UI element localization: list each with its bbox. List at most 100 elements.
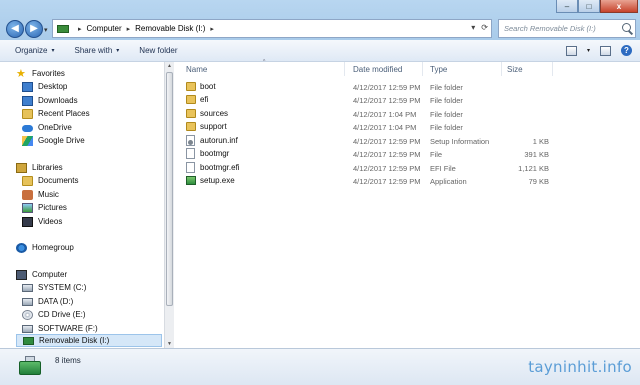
- scroll-up-icon[interactable]: ▲: [166, 63, 173, 69]
- nav-label: Homegroup: [32, 243, 74, 252]
- nav-onedrive[interactable]: OneDrive: [22, 121, 72, 134]
- close-button[interactable]: x: [600, 0, 638, 13]
- file-size: 1,121 KB: [518, 164, 549, 173]
- share-with-label: Share with: [74, 46, 113, 55]
- refresh-icon[interactable]: ⟳: [481, 23, 488, 32]
- folder-icon: [186, 95, 196, 104]
- nav-music[interactable]: Music: [22, 188, 59, 201]
- scrollbar-thumb[interactable]: [166, 72, 173, 306]
- music-icon: [22, 189, 33, 200]
- sort-indicator-icon: ^: [263, 59, 266, 65]
- breadcrumb-computer[interactable]: Computer: [87, 24, 122, 33]
- nav-removable-disk-i[interactable]: Removable Disk (I:): [16, 334, 162, 347]
- file-row[interactable]: bootmgr.efi 4/12/2017 12:59 PM EFI File …: [175, 162, 575, 175]
- window-controls: – □ x: [556, 0, 638, 14]
- nav-system-c[interactable]: SYSTEM (C:): [22, 281, 86, 294]
- desktop-icon: [22, 81, 33, 92]
- star-icon: ★: [16, 67, 26, 80]
- column-header-size[interactable]: Size: [503, 62, 553, 76]
- nav-label: Recent Places: [38, 109, 90, 118]
- column-label: Type: [430, 64, 448, 74]
- application-icon: [186, 176, 196, 185]
- file-type: File folder: [430, 83, 463, 92]
- nav-data-d[interactable]: DATA (D:): [22, 295, 73, 308]
- breadcrumb-separator[interactable]: ▸: [127, 25, 131, 33]
- libraries-icon: [16, 162, 27, 173]
- nav-label: Documents: [38, 176, 79, 185]
- nav-downloads[interactable]: Downloads: [22, 94, 78, 107]
- file-name: boot: [200, 82, 216, 91]
- help-icon[interactable]: ?: [621, 45, 632, 56]
- breadcrumb-separator[interactable]: ▸: [210, 25, 214, 33]
- videos-icon: [22, 216, 33, 227]
- file-icon: [186, 148, 195, 159]
- preview-pane-icon[interactable]: [600, 45, 611, 56]
- file-row[interactable]: setup.exe 4/12/2017 12:59 PM Application…: [175, 175, 575, 188]
- scroll-down-icon[interactable]: ▼: [166, 341, 173, 347]
- new-folder-label: New folder: [139, 46, 178, 55]
- column-header-type[interactable]: Type: [424, 62, 502, 76]
- file-name: support: [200, 122, 227, 131]
- file-size: 391 KB: [524, 150, 549, 159]
- file-name: autorun.inf: [200, 136, 238, 145]
- share-with-button[interactable]: Share with ▾: [74, 46, 119, 55]
- downloads-icon: [22, 95, 33, 106]
- homegroup-icon: [16, 242, 27, 253]
- search-box[interactable]: Search Removable Disk (I:): [498, 19, 636, 38]
- file-row[interactable]: sources 4/12/2017 1:04 PM File folder: [175, 108, 575, 121]
- file-icon: [186, 162, 195, 173]
- column-header-date[interactable]: Date modified: [347, 62, 423, 76]
- nav-desktop[interactable]: Desktop: [22, 80, 67, 93]
- nav-label: Pictures: [38, 203, 67, 212]
- nav-label: Music: [38, 190, 59, 199]
- organize-button[interactable]: Organize ▾: [15, 46, 54, 55]
- file-row[interactable]: boot 4/12/2017 12:59 PM File folder: [175, 81, 575, 94]
- file-date: 4/12/2017 12:59 PM: [353, 164, 421, 173]
- address-history-chevron-icon[interactable]: ▾: [471, 23, 475, 32]
- usb-drive-icon: [17, 356, 43, 378]
- recent-places-icon: [22, 108, 33, 119]
- nav-google-drive[interactable]: Google Drive: [22, 134, 85, 147]
- hard-drive-icon: [22, 298, 33, 306]
- recent-pages-chevron-icon[interactable]: ▾: [44, 26, 48, 34]
- chevron-down-icon: ▾: [116, 48, 120, 54]
- file-date: 4/12/2017 12:59 PM: [353, 137, 421, 146]
- forward-button[interactable]: ▶: [25, 20, 43, 38]
- breadcrumb-removable-disk[interactable]: Removable Disk (I:): [135, 24, 205, 33]
- column-header-name[interactable]: Name ^: [175, 59, 345, 76]
- nav-cd-drive-e[interactable]: CD Drive (E:): [22, 308, 86, 321]
- file-row[interactable]: autorun.inf 4/12/2017 12:59 PM Setup Inf…: [175, 135, 575, 148]
- cd-drive-icon: [22, 309, 33, 320]
- file-row[interactable]: bootmgr 4/12/2017 12:59 PM File 391 KB: [175, 148, 575, 161]
- file-type: File folder: [430, 123, 463, 132]
- nav-documents[interactable]: Documents: [22, 174, 78, 187]
- search-input[interactable]: Search Removable Disk (I:): [504, 24, 596, 33]
- breadcrumb-separator[interactable]: ▸: [78, 25, 82, 33]
- navigation-pane: ★ Favorites Desktop Downloads Recent Plac…: [0, 62, 164, 348]
- search-icon[interactable]: [622, 23, 631, 32]
- nav-label: SOFTWARE (F:): [38, 324, 98, 333]
- onedrive-icon: [22, 125, 33, 132]
- nav-favorites[interactable]: ★ Favorites: [16, 67, 65, 80]
- nav-label: Libraries: [32, 163, 63, 172]
- nav-label: DATA (D:): [38, 297, 74, 306]
- file-row[interactable]: efi 4/12/2017 12:59 PM File folder: [175, 94, 575, 107]
- minimize-button[interactable]: –: [556, 0, 578, 13]
- change-view-icon[interactable]: [565, 45, 577, 56]
- nav-recent-places[interactable]: Recent Places: [22, 107, 90, 120]
- nav-computer[interactable]: Computer: [16, 268, 67, 281]
- new-folder-button[interactable]: New folder: [139, 46, 177, 55]
- nav-homegroup[interactable]: Homegroup: [16, 241, 74, 254]
- maximize-button[interactable]: □: [578, 0, 600, 13]
- organize-label: Organize: [15, 46, 48, 55]
- navigation-scrollbar[interactable]: ▲ ▼: [164, 62, 174, 348]
- nav-videos[interactable]: Videos: [22, 215, 62, 228]
- address-bar[interactable]: ▸ Computer ▸ Removable Disk (I:) ▸ ▾ ⟳: [52, 19, 492, 38]
- file-row[interactable]: support 4/12/2017 1:04 PM File folder: [175, 121, 575, 134]
- drive-icon: [57, 24, 69, 34]
- nav-libraries[interactable]: Libraries: [16, 161, 63, 174]
- back-button[interactable]: ◀: [6, 20, 24, 38]
- chevron-down-icon[interactable]: ▾: [587, 47, 590, 54]
- item-count: 8 items: [55, 356, 81, 365]
- nav-pictures[interactable]: Pictures: [22, 201, 67, 214]
